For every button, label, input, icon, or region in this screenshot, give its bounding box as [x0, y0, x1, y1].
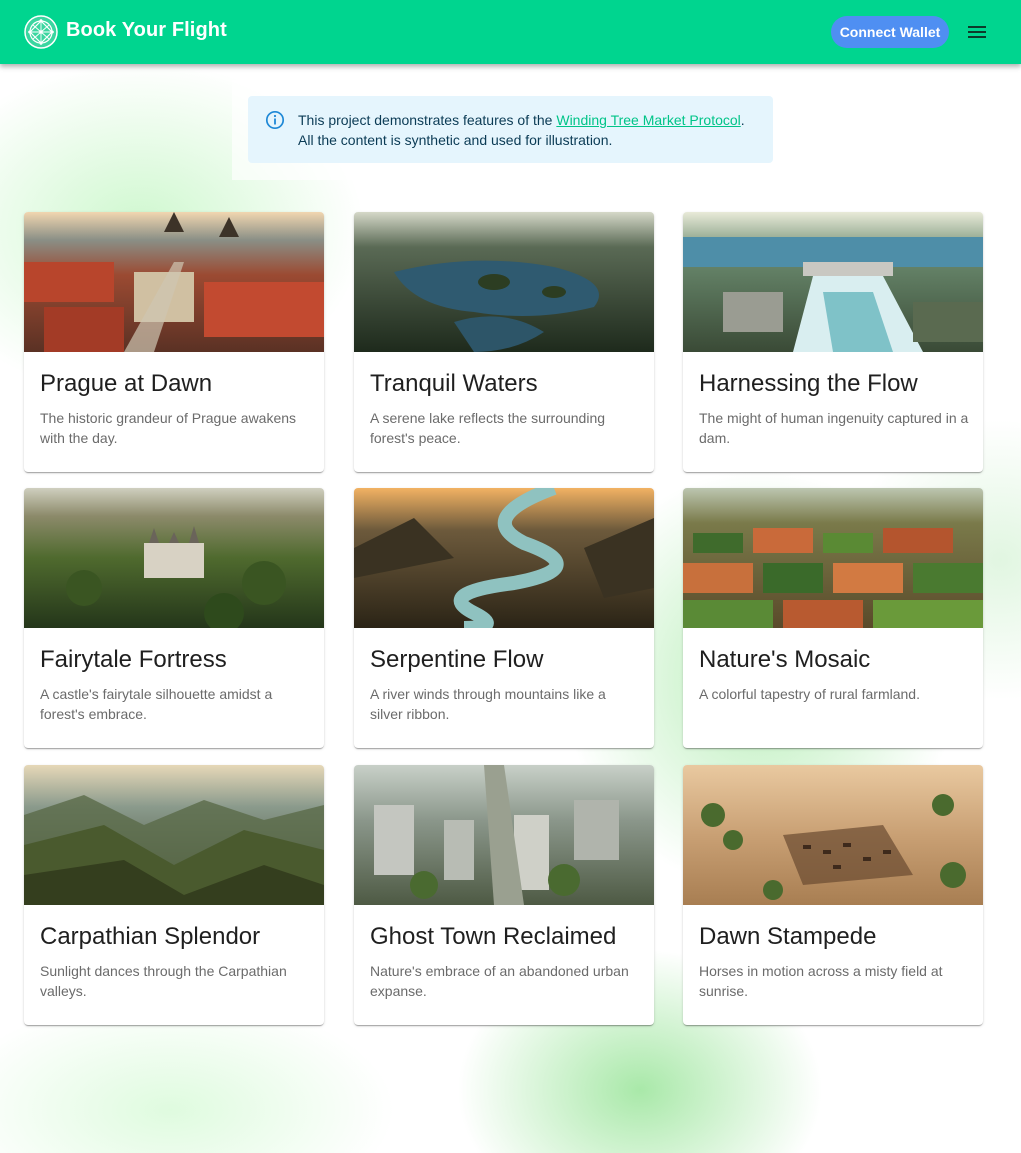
card-description: A serene lake reflects the surrounding f… [370, 410, 606, 446]
alert-text-after: . [740, 112, 745, 128]
destination-card[interactable]: Serpentine Flow A river winds through mo… [354, 488, 654, 748]
destination-card[interactable]: Ghost Town Reclaimed Nature's embrace of… [354, 765, 654, 1025]
card-description: The historic grandeur of Prague awakens … [40, 410, 297, 446]
card-image[interactable] [683, 765, 983, 905]
app-title[interactable]: Book Your Flight [66, 19, 227, 42]
card-title: Carpathian Splendor [40, 923, 261, 950]
card-description: A colorful tapestry of rural farmland. [699, 686, 920, 702]
card-image[interactable] [24, 488, 324, 628]
destination-card[interactable]: Nature's Mosaic A colorful tapestry of r… [683, 488, 983, 748]
card-title: Fairytale Fortress [40, 646, 227, 673]
alert-text-before: This project demonstrates features of th… [298, 112, 557, 128]
info-alert: This project demonstrates features of th… [248, 96, 773, 163]
destination-card[interactable]: Carpathian Splendor Sunlight dances thro… [24, 765, 324, 1025]
app-bar: Book Your Flight Connect Wallet [0, 0, 1021, 64]
card-image[interactable] [24, 212, 324, 352]
alert-message: This project demonstrates features of th… [298, 110, 768, 150]
card-image[interactable] [354, 488, 654, 628]
card-title: Ghost Town Reclaimed [370, 923, 617, 950]
globe-network-icon[interactable] [24, 15, 58, 49]
card-title: Serpentine Flow [370, 646, 544, 673]
destination-card[interactable]: Fairytale Fortress A castle's fairytale … [24, 488, 324, 748]
destination-card[interactable]: Harnessing the Flow The might of human i… [683, 212, 983, 472]
card-description: A castle's fairytale silhouette amidst a… [40, 686, 273, 722]
card-title: Dawn Stampede [699, 923, 877, 950]
alert-text-line2: All the content is synthetic and used fo… [298, 132, 613, 148]
card-description: The might of human ingenuity captured in… [699, 410, 969, 446]
card-image[interactable] [683, 212, 983, 352]
menu-icon[interactable] [963, 20, 991, 44]
card-image[interactable] [24, 765, 324, 905]
card-description: Sunlight dances through the Carpathian v… [40, 963, 287, 999]
info-icon [265, 110, 285, 130]
card-image[interactable] [354, 765, 654, 905]
card-title: Nature's Mosaic [699, 646, 871, 673]
destination-card[interactable]: Tranquil Waters A serene lake reflects t… [354, 212, 654, 472]
card-title: Tranquil Waters [370, 370, 538, 397]
destination-card[interactable]: Dawn Stampede Horses in motion across a … [683, 765, 983, 1025]
card-description: A river winds through mountains like a s… [370, 686, 606, 722]
destination-card[interactable]: Prague at Dawn The historic grandeur of … [24, 212, 324, 472]
card-title: Prague at Dawn [40, 370, 213, 397]
protocol-link[interactable]: Winding Tree Market Protocol [556, 112, 740, 128]
card-image[interactable] [354, 212, 654, 352]
card-description: Horses in motion across a misty field at… [699, 963, 943, 999]
card-description: Nature's embrace of an abandoned urban e… [370, 963, 629, 999]
card-image[interactable] [683, 488, 983, 628]
card-title: Harnessing the Flow [699, 370, 918, 397]
connect-wallet-button[interactable]: Connect Wallet [831, 16, 949, 48]
